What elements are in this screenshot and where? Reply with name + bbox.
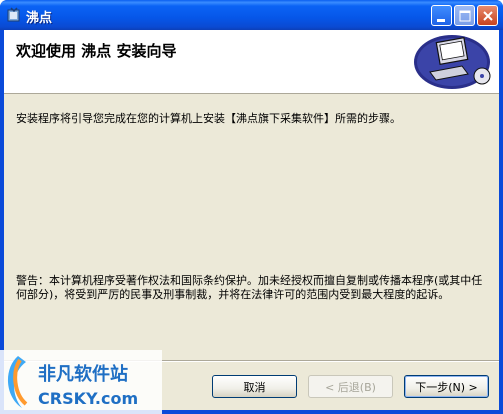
wizard-title: 欢迎使用 沸点 安装向导 (16, 42, 177, 60)
window-title: 沸点 (26, 11, 53, 26)
wizard-banner: 欢迎使用 沸点 安装向导 (4, 30, 499, 94)
next-button[interactable]: 下一步(N) > (404, 375, 489, 398)
minimize-icon (437, 19, 445, 22)
installer-window: 沸点 欢迎使用 沸点 安装向导 安装程序将引导您完成在您的计算机上安装【沸点旗下… (0, 0, 503, 414)
back-button[interactable]: < 后退(B) (308, 375, 393, 398)
watermark-line2: CRSKY.com (38, 389, 138, 408)
maximize-icon (459, 10, 471, 22)
watermark-line1: 非凡软件站 (38, 363, 128, 385)
copyright-warning: 警告：本计算机程序受著作权法和国际条约保护。加未经授权而擅自复制或传播本程序(或… (16, 274, 483, 301)
close-icon (483, 11, 493, 21)
title-bar[interactable]: 沸点 (0, 0, 503, 30)
installer-app-icon (7, 7, 20, 22)
maximize-button[interactable] (454, 5, 475, 26)
crsky-watermark-logo: 非凡软件站 CRSKY.com (0, 350, 162, 414)
computer-setup-icon (414, 35, 491, 89)
cancel-button[interactable]: 取消 (212, 375, 297, 398)
minimize-button[interactable] (431, 5, 452, 26)
intro-text: 安装程序将引导您完成在您的计算机上安装【沸点旗下采集软件】所需的步骤。 (16, 112, 401, 125)
close-button[interactable] (477, 5, 498, 26)
